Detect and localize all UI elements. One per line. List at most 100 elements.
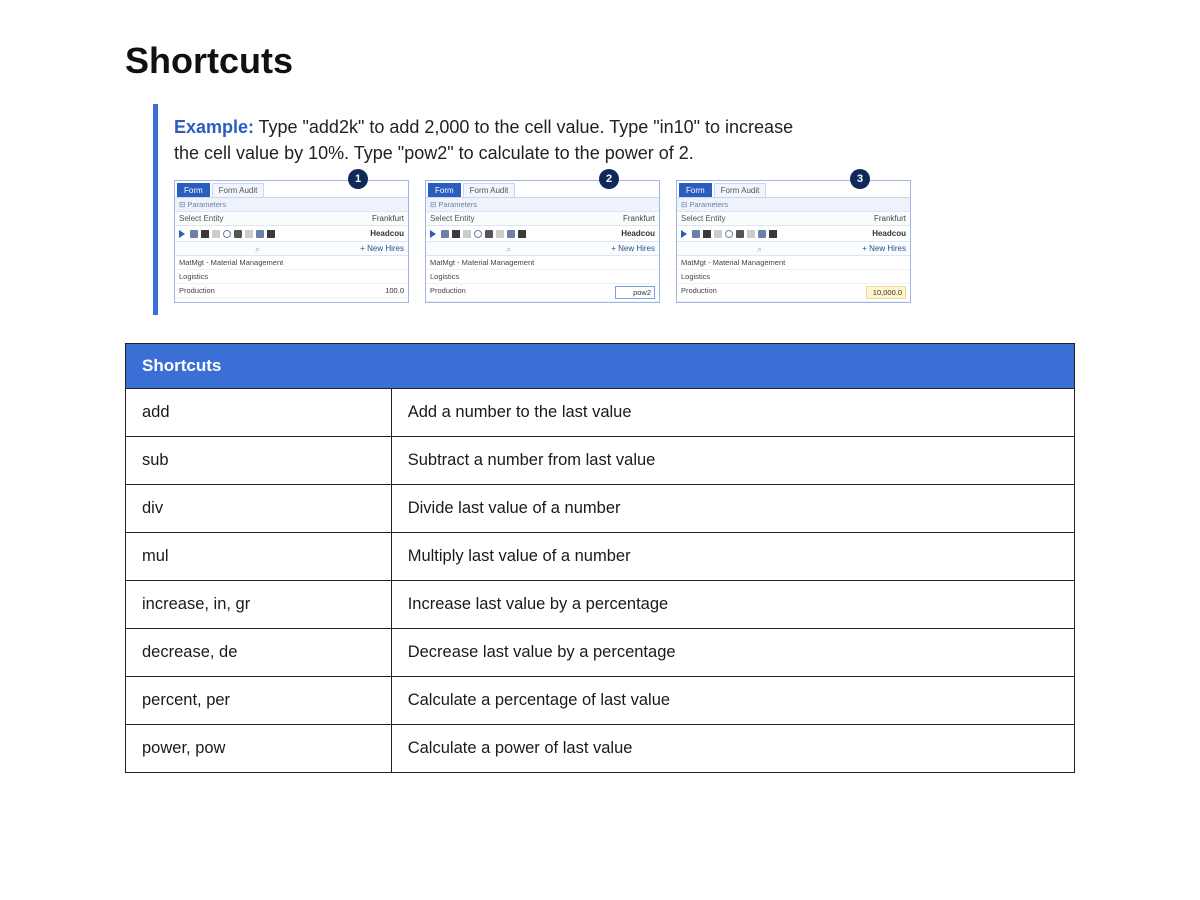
play-icon[interactable]: [430, 230, 438, 238]
tab-form[interactable]: Form: [679, 183, 712, 197]
tab-form[interactable]: Form: [428, 183, 461, 197]
table-row: Logistics: [175, 270, 408, 284]
play-icon[interactable]: [179, 230, 187, 238]
row-value: [364, 258, 404, 267]
row-value: [866, 258, 906, 267]
example-label: Example:: [174, 117, 254, 137]
row-label: MatMgt - Material Management: [430, 258, 534, 267]
shortcut-key: add: [126, 389, 392, 437]
select-entity-label: Select Entity: [681, 214, 725, 223]
table-row: power, pow Calculate a power of last val…: [126, 725, 1075, 773]
example-screenshots: 1 Form Form Audit ⊟ Parameters Select En…: [174, 180, 1069, 303]
play-icon[interactable]: [681, 230, 689, 238]
table-row: Logistics: [426, 270, 659, 284]
table-row: div Divide last value of a number: [126, 485, 1075, 533]
shortcut-desc: Increase last value by a percentage: [391, 581, 1074, 629]
select-entity-label: Select Entity: [179, 214, 223, 223]
column-header-row: ⌕ + New Hires: [426, 242, 659, 256]
table-row: percent, per Calculate a percentage of l…: [126, 677, 1075, 725]
save-icon[interactable]: [441, 230, 449, 238]
column-header-row: ⌕ + New Hires: [175, 242, 408, 256]
table-row: Production pow2: [426, 284, 659, 302]
parameters-header: ⊟ Parameters: [175, 198, 408, 212]
row-value: 10,000.0: [866, 286, 906, 299]
tool-icon[interactable]: [234, 230, 242, 238]
table-row: MatMgt - Material Management: [426, 256, 659, 270]
separator-icon: [463, 230, 471, 238]
shortcut-key: decrease, de: [126, 629, 392, 677]
tool-icon[interactable]: [485, 230, 493, 238]
refresh-icon[interactable]: [223, 230, 231, 238]
tab-form-audit[interactable]: Form Audit: [212, 183, 265, 197]
row-value: 100.0: [364, 286, 404, 295]
tab-form-audit[interactable]: Form Audit: [463, 183, 516, 197]
entity-selector[interactable]: Select Entity Frankfurt: [175, 212, 408, 226]
select-entity-label: Select Entity: [430, 214, 474, 223]
table-row: decrease, de Decrease last value by a pe…: [126, 629, 1075, 677]
tool-icon[interactable]: [703, 230, 711, 238]
separator-icon: [245, 230, 253, 238]
row-value: [615, 258, 655, 267]
headcount-label: Headcou: [872, 229, 906, 238]
tool-icon[interactable]: [201, 230, 209, 238]
row-label: Production: [681, 286, 717, 299]
tool-icon[interactable]: [256, 230, 264, 238]
tab-form-audit[interactable]: Form Audit: [714, 183, 767, 197]
shortcut-key: percent, per: [126, 677, 392, 725]
select-entity-value: Frankfurt: [372, 214, 404, 223]
shortcut-key: sub: [126, 437, 392, 485]
entity-selector[interactable]: Select Entity Frankfurt: [426, 212, 659, 226]
row-value: [615, 272, 655, 281]
tool-icon[interactable]: [507, 230, 515, 238]
form-toolbar: Headcou: [175, 226, 408, 242]
tool-icon[interactable]: [769, 230, 777, 238]
search-icon[interactable]: ⌕: [506, 244, 516, 254]
form-toolbar: Headcou: [426, 226, 659, 242]
tool-icon[interactable]: [518, 230, 526, 238]
shortcut-desc: Multiply last value of a number: [391, 533, 1074, 581]
row-value[interactable]: pow2: [615, 286, 655, 299]
shortcut-desc: Add a number to the last value: [391, 389, 1074, 437]
row-label: Logistics: [179, 272, 208, 281]
tool-icon[interactable]: [267, 230, 275, 238]
tab-form[interactable]: Form: [177, 183, 210, 197]
shortcut-key: div: [126, 485, 392, 533]
row-label: Logistics: [681, 272, 710, 281]
page-title: Shortcuts: [125, 40, 1075, 82]
search-icon[interactable]: ⌕: [757, 244, 767, 254]
entity-selector[interactable]: Select Entity Frankfurt: [677, 212, 910, 226]
table-row: sub Subtract a number from last value: [126, 437, 1075, 485]
screenshot-panel: 2 Form Form Audit ⊟ Parameters Select En…: [425, 180, 660, 303]
table-header: Shortcuts: [126, 344, 1075, 389]
shortcut-key: mul: [126, 533, 392, 581]
row-label: Logistics: [430, 272, 459, 281]
search-icon[interactable]: ⌕: [255, 244, 265, 254]
tool-icon[interactable]: [736, 230, 744, 238]
table-row: Logistics: [677, 270, 910, 284]
tool-icon[interactable]: [758, 230, 766, 238]
screenshot-panel: 1 Form Form Audit ⊟ Parameters Select En…: [174, 180, 409, 303]
save-icon[interactable]: [190, 230, 198, 238]
row-label: Production: [179, 286, 215, 295]
shortcuts-table: Shortcuts add Add a number to the last v…: [125, 343, 1075, 773]
form-toolbar: Headcou: [677, 226, 910, 242]
form-tabs: Form Form Audit: [426, 181, 659, 198]
tool-icon[interactable]: [452, 230, 460, 238]
shortcut-desc: Subtract a number from last value: [391, 437, 1074, 485]
table-row: MatMgt - Material Management: [677, 256, 910, 270]
new-hires-column: + New Hires: [611, 244, 655, 253]
screenshot-panel: 3 Form Form Audit ⊟ Parameters Select En…: [676, 180, 911, 303]
table-row: increase, in, gr Increase last value by …: [126, 581, 1075, 629]
refresh-icon[interactable]: [725, 230, 733, 238]
shortcut-desc: Calculate a power of last value: [391, 725, 1074, 773]
select-entity-value: Frankfurt: [874, 214, 906, 223]
separator-icon: [714, 230, 722, 238]
select-entity-value: Frankfurt: [623, 214, 655, 223]
shortcut-desc: Calculate a percentage of last value: [391, 677, 1074, 725]
table-row: Production 10,000.0: [677, 284, 910, 302]
shortcut-desc: Decrease last value by a percentage: [391, 629, 1074, 677]
save-icon[interactable]: [692, 230, 700, 238]
table-row: add Add a number to the last value: [126, 389, 1075, 437]
refresh-icon[interactable]: [474, 230, 482, 238]
headcount-label: Headcou: [370, 229, 404, 238]
